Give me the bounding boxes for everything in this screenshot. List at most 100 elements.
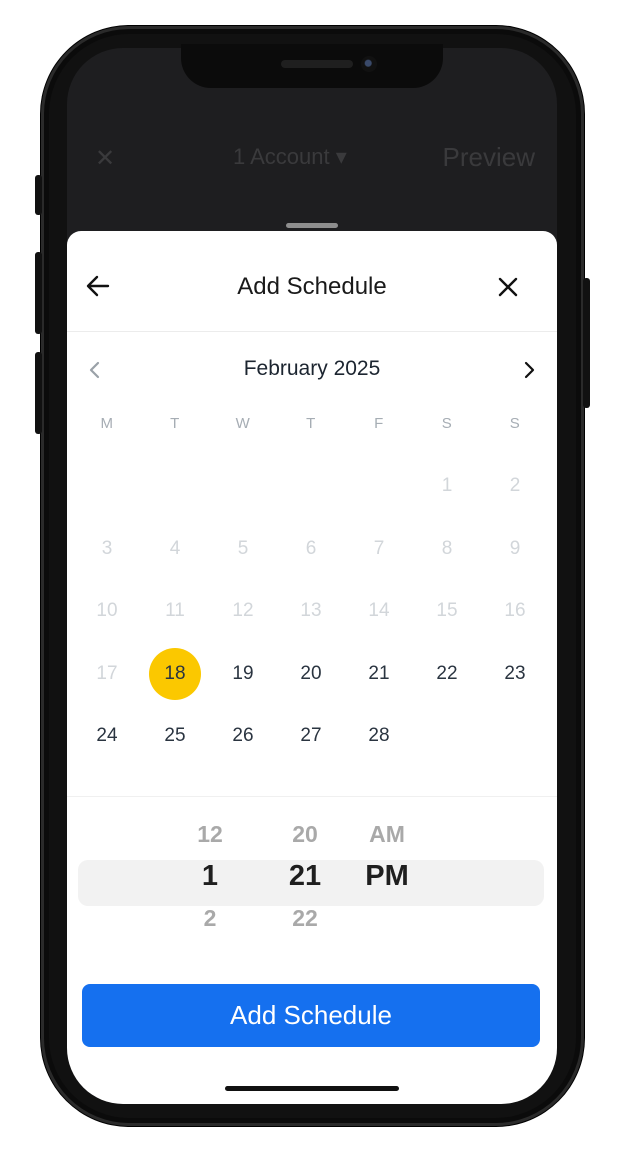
hour-prev: 12: [197, 821, 223, 847]
calendar-day-number: 19: [232, 662, 254, 684]
background-preview-link: Preview: [442, 142, 535, 172]
calendar-day[interactable]: 20: [277, 643, 345, 706]
notch: [181, 44, 443, 88]
calendar-day: 14: [345, 580, 413, 643]
minute-faint-above: [275, 803, 335, 815]
hour-faint-above: [180, 803, 240, 815]
hour-wheel[interactable]: 12 1 2: [180, 803, 240, 937]
time-picker: 12 1 2 20 21 22 AM PM: [67, 803, 557, 963]
minute-prev: 20: [292, 821, 318, 847]
calendar-day: 1: [413, 455, 481, 518]
background-close-icon: ✕: [95, 145, 116, 172]
calendar-day-number: 21: [368, 662, 390, 684]
calendar-day-number: 3: [101, 537, 113, 559]
mute-switch: [35, 175, 42, 215]
calendar-day[interactable]: 21: [345, 643, 413, 706]
calendar-day: 2: [481, 455, 549, 518]
hour-selected: 1: [201, 860, 219, 892]
weekday-label: W: [235, 415, 251, 432]
volume-down-button: [35, 352, 42, 434]
minute-selected: 21: [288, 860, 322, 892]
calendar-day: 4: [141, 518, 209, 581]
weekday-label: S: [509, 415, 521, 432]
calendar-day-number: 8: [441, 537, 453, 559]
calendar-header: February 2025: [67, 355, 557, 385]
calendar-day[interactable]: 27: [277, 705, 345, 768]
weekday-label: T: [170, 415, 180, 432]
camera-icon: [361, 56, 377, 72]
weekday-row: MTWTFSS: [73, 415, 549, 432]
screen: ✕ 1 Account ▾ Preview Add Schedule Febru…: [67, 48, 557, 1104]
calendar-day: 9: [481, 518, 549, 581]
ampm-wheel[interactable]: AM PM: [357, 803, 417, 899]
calendar-day: 8: [413, 518, 481, 581]
chevron-right-icon: [524, 361, 535, 379]
add-schedule-button[interactable]: Add Schedule: [82, 984, 540, 1047]
volume-up-button: [35, 252, 42, 334]
calendar-day-number: 22: [436, 662, 458, 684]
weekday-label: F: [374, 415, 384, 432]
home-indicator[interactable]: [225, 1086, 399, 1091]
calendar-day[interactable]: 25: [141, 705, 209, 768]
calendar-day-number: 17: [96, 662, 118, 684]
power-button: [583, 278, 590, 408]
calendar-day-number: 28: [368, 725, 390, 747]
calendar-day-number: 2: [509, 475, 521, 497]
calendar-day[interactable]: 19: [209, 643, 277, 706]
sheet-title: Add Schedule: [237, 273, 387, 300]
section-divider: [67, 796, 557, 797]
calendar-day: 5: [209, 518, 277, 581]
close-button[interactable]: [495, 274, 521, 300]
next-month-button[interactable]: [519, 359, 539, 381]
calendar-day-number: 26: [232, 725, 254, 747]
minute-wheel[interactable]: 20 21 22: [275, 803, 335, 937]
calendar-day-number: 25: [164, 725, 186, 747]
calendar-day[interactable]: 22: [413, 643, 481, 706]
calendar-day: 17: [73, 643, 141, 706]
month-label: February 2025: [243, 357, 381, 380]
calendar-day-number: 16: [504, 600, 526, 622]
hour-next: 2: [203, 905, 217, 931]
background-account-selector: 1 Account ▾: [233, 144, 347, 169]
calendar-day-number: 27: [300, 725, 322, 747]
calendar-day-number: 20: [300, 662, 322, 684]
close-icon: [498, 277, 518, 297]
calendar-day-number: 6: [305, 537, 317, 559]
calendar-day: 12: [209, 580, 277, 643]
calendar-day-number: 15: [436, 600, 458, 622]
calendar-day: 10: [73, 580, 141, 643]
calendar-day-number: 18: [164, 662, 186, 684]
calendar-day-number: 4: [169, 537, 181, 559]
ampm-prev: AM: [369, 821, 405, 847]
add-schedule-sheet: Add Schedule February 2025 MTWTFSS 12345: [67, 223, 557, 1104]
sheet-grabber[interactable]: [286, 223, 338, 228]
weekday-label: T: [306, 415, 316, 432]
weekday-label: M: [100, 415, 114, 432]
sheet-header: Add Schedule: [67, 231, 557, 332]
calendar-day-number: 10: [96, 600, 118, 622]
ampm-selected: PM: [365, 860, 409, 892]
calendar-day: 16: [481, 580, 549, 643]
calendar-day: 11: [141, 580, 209, 643]
ampm-faint-above: [357, 803, 417, 815]
calendar-day-number: 13: [300, 600, 322, 622]
calendar-day-number: 9: [509, 537, 521, 559]
calendar-day-number: 24: [96, 725, 118, 747]
background-header: ✕ 1 Account ▾ Preview: [67, 128, 557, 188]
calendar-day: 6: [277, 518, 345, 581]
calendar-day[interactable]: 26: [209, 705, 277, 768]
calendar-day-number: 1: [441, 475, 453, 497]
calendar-day-number: 12: [232, 600, 254, 622]
calendar-day[interactable]: 23: [481, 643, 549, 706]
calendar-day: 3: [73, 518, 141, 581]
calendar-day-number: 5: [237, 537, 249, 559]
calendar-day-number: 23: [504, 662, 526, 684]
day-grid: 1 2 3 4 5 6 7 8 9 10 11 12 13 14 15 16 17 18 19 20 21 22 23 24 2…: [73, 455, 549, 768]
speaker-grille: [281, 60, 353, 68]
calendar-day[interactable]: 28: [345, 705, 413, 768]
calendar-day-number: 11: [165, 600, 185, 622]
calendar-day-selected[interactable]: 18: [141, 643, 209, 706]
minute-next: 22: [292, 905, 318, 931]
calendar-day[interactable]: 24: [73, 705, 141, 768]
calendar-day: 15: [413, 580, 481, 643]
